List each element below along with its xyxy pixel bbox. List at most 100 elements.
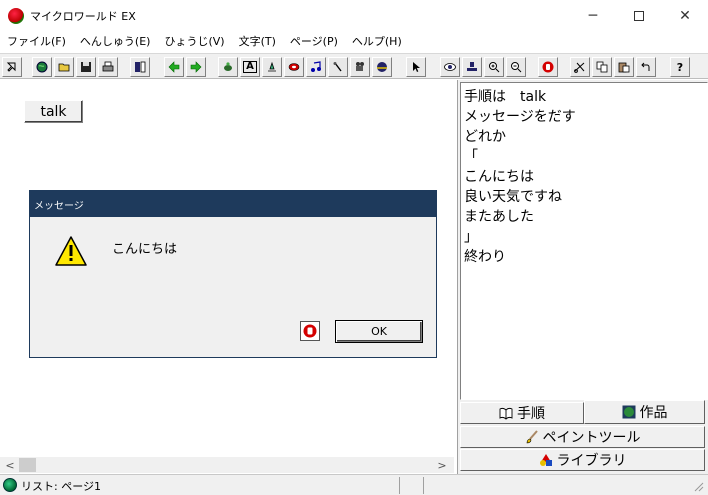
dialog-stop-button[interactable] (300, 321, 320, 341)
zoom-out-icon (511, 62, 522, 73)
toolbar-pointer-corner-button[interactable] (2, 57, 22, 77)
minimize-icon: ─ (588, 7, 598, 24)
music-note-icon (311, 61, 321, 72)
shapes-icon (539, 454, 552, 466)
toolbar-cut-button[interactable] (570, 57, 590, 77)
paste-clipboard-icon (618, 62, 630, 73)
zoom-in-icon (489, 62, 500, 73)
copy-icon (596, 61, 608, 73)
minimize-button[interactable]: ─ (570, 0, 616, 31)
red-button-icon (288, 63, 300, 71)
movie-camera-icon (356, 62, 364, 71)
message-dialog: メッセージ こんにちは OK (29, 190, 437, 358)
menu-help[interactable]: ヘルプ(H) (345, 31, 409, 51)
toolbar-stop-button[interactable] (538, 57, 558, 77)
resize-grip-icon[interactable] (692, 480, 704, 492)
toolbar-view-button[interactable] (440, 57, 460, 77)
microphone-icon (333, 62, 342, 72)
maximize-button[interactable] (616, 0, 662, 31)
toolbar-web-button[interactable] (372, 57, 392, 77)
toolbar-prev-page-button[interactable] (164, 57, 184, 77)
script-line: またあした (464, 209, 534, 225)
stop-hand-icon (303, 324, 317, 338)
tab-paint-tools[interactable]: ペイントツール (460, 426, 705, 448)
dialog-title: メッセージ (30, 191, 436, 217)
toolbar-save-button[interactable] (76, 57, 96, 77)
web-globe-icon (377, 62, 387, 72)
script-line: こんにちは (464, 169, 534, 185)
toolbar-button-tool[interactable] (284, 57, 304, 77)
open-book-icon (499, 407, 513, 420)
undo-arrow-icon (641, 62, 650, 71)
toolbar-undo-button[interactable] (636, 57, 656, 77)
pointer-arrow-icon (413, 62, 420, 72)
paintbrush-icon (526, 430, 538, 444)
window-title: マイクロワールド EX (30, 10, 136, 23)
folder-open-icon (58, 63, 70, 72)
menu-bar: ファイル(F) へんしゅう(E) ひょうじ(V) 文字(T) ページ(P) ヘル… (0, 31, 708, 51)
toolbar-next-page-button[interactable] (186, 57, 206, 77)
toolbar-copy-button[interactable] (592, 57, 612, 77)
warning-triangle-icon (55, 236, 87, 266)
toolbar: A ? (0, 53, 708, 79)
page-canvas[interactable]: talk メッセージ こんにちは OK (0, 80, 454, 458)
toolbar-new-button[interactable] (32, 57, 52, 77)
status-text: リスト: ページ1 (21, 480, 101, 493)
status-divider (423, 477, 424, 494)
toolbar-open-button[interactable] (54, 57, 74, 77)
menu-page[interactable]: ページ(P) (283, 31, 345, 51)
talk-button[interactable]: talk (24, 100, 83, 123)
toolbar-turtle-button[interactable] (218, 57, 238, 77)
toolbar-pages-button[interactable] (130, 57, 150, 77)
toolbar-paste-button[interactable] (614, 57, 634, 77)
menu-edit[interactable]: へんしゅう(E) (73, 31, 158, 51)
toolbar-stamp-button[interactable] (462, 57, 482, 77)
menu-file[interactable]: ファイル(F) (0, 31, 73, 51)
script-line: 良い天気ですね (464, 189, 562, 205)
scroll-left-icon[interactable]: < (2, 457, 18, 473)
tab-project[interactable]: 作品 (584, 400, 705, 424)
toolbar-help-button[interactable]: ? (670, 57, 690, 77)
menu-text[interactable]: 文字(T) (232, 31, 283, 51)
globe-icon (36, 61, 48, 73)
close-icon: ✕ (679, 7, 691, 24)
script-line: どれか (464, 129, 506, 145)
toolbar-slider-button[interactable] (262, 57, 282, 77)
arrow-right-icon (190, 61, 202, 73)
toolbar-zoom-in-button[interactable] (484, 57, 504, 77)
tab-procedures[interactable]: 手順 (460, 402, 584, 424)
tab-paint-tools-label: ペイントツール (542, 430, 641, 446)
script-line: 手順は talk (464, 89, 547, 105)
ok-button[interactable]: OK (335, 320, 423, 343)
toolbar-sound-button[interactable] (328, 57, 348, 77)
maximize-icon (634, 10, 644, 21)
help-question-icon: ? (676, 60, 684, 74)
status-divider (399, 477, 400, 494)
text-tool-icon: A (243, 61, 257, 73)
stamp-icon (467, 62, 477, 71)
scrollbar-thumb[interactable] (19, 458, 36, 472)
floppy-icon (81, 62, 91, 72)
arrow-left-icon (168, 61, 180, 73)
horizontal-scrollbar[interactable]: < > (0, 457, 454, 473)
toolbar-text-button[interactable]: A (240, 57, 260, 77)
close-button[interactable]: ✕ (662, 0, 708, 31)
stop-hand-icon (542, 61, 554, 73)
menu-view[interactable]: ひょうじ(V) (157, 31, 231, 51)
turtle-icon (224, 62, 232, 71)
tab-library[interactable]: ライブラリ (460, 449, 705, 471)
tab-procedures-label: 手順 (517, 406, 545, 422)
procedures-panel: 手順は talk メッセージをだす どれか 「 こんにちは 良い天気ですね また… (457, 80, 708, 474)
scroll-right-icon[interactable]: > (434, 457, 450, 473)
corner-arrow-icon (6, 62, 16, 72)
procedure-editor[interactable]: 手順は talk メッセージをだす どれか 「 こんにちは 良い天気ですね また… (460, 82, 708, 400)
toolbar-video-button[interactable] (350, 57, 370, 77)
script-line: メッセージをだす (464, 109, 576, 125)
app-globe-icon (8, 8, 24, 24)
toolbar-zoom-out-button[interactable] (506, 57, 526, 77)
globe-icon (622, 405, 635, 419)
toolbar-select-button[interactable] (406, 57, 426, 77)
dialog-message: こんにちは (112, 242, 178, 257)
toolbar-print-button[interactable] (98, 57, 118, 77)
toolbar-music-button[interactable] (306, 57, 326, 77)
